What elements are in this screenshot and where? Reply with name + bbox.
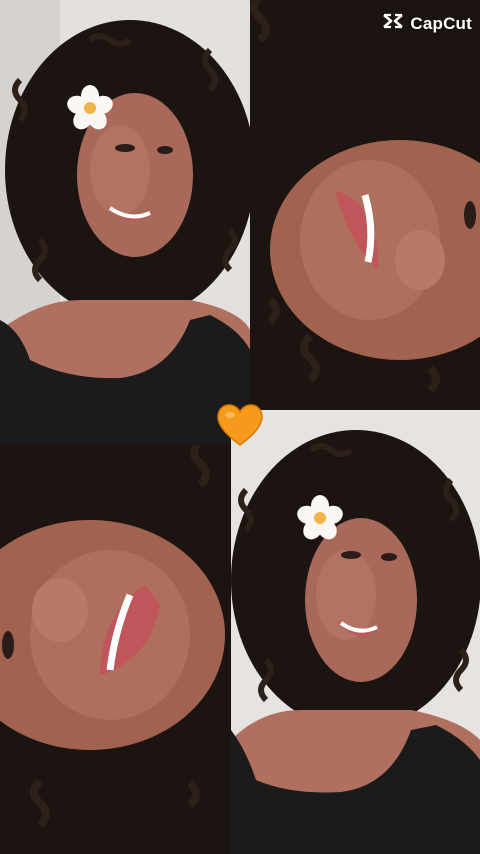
capcut-watermark: CapCut (382, 12, 472, 35)
capcut-logo-icon (382, 12, 404, 35)
photo-bottom-right (231, 410, 480, 854)
watermark-label: CapCut (410, 13, 472, 33)
orange-heart-icon (217, 404, 263, 448)
photo-top-right (250, 0, 480, 410)
photo-bottom-left (0, 445, 231, 854)
photo-top-left (0, 0, 250, 445)
